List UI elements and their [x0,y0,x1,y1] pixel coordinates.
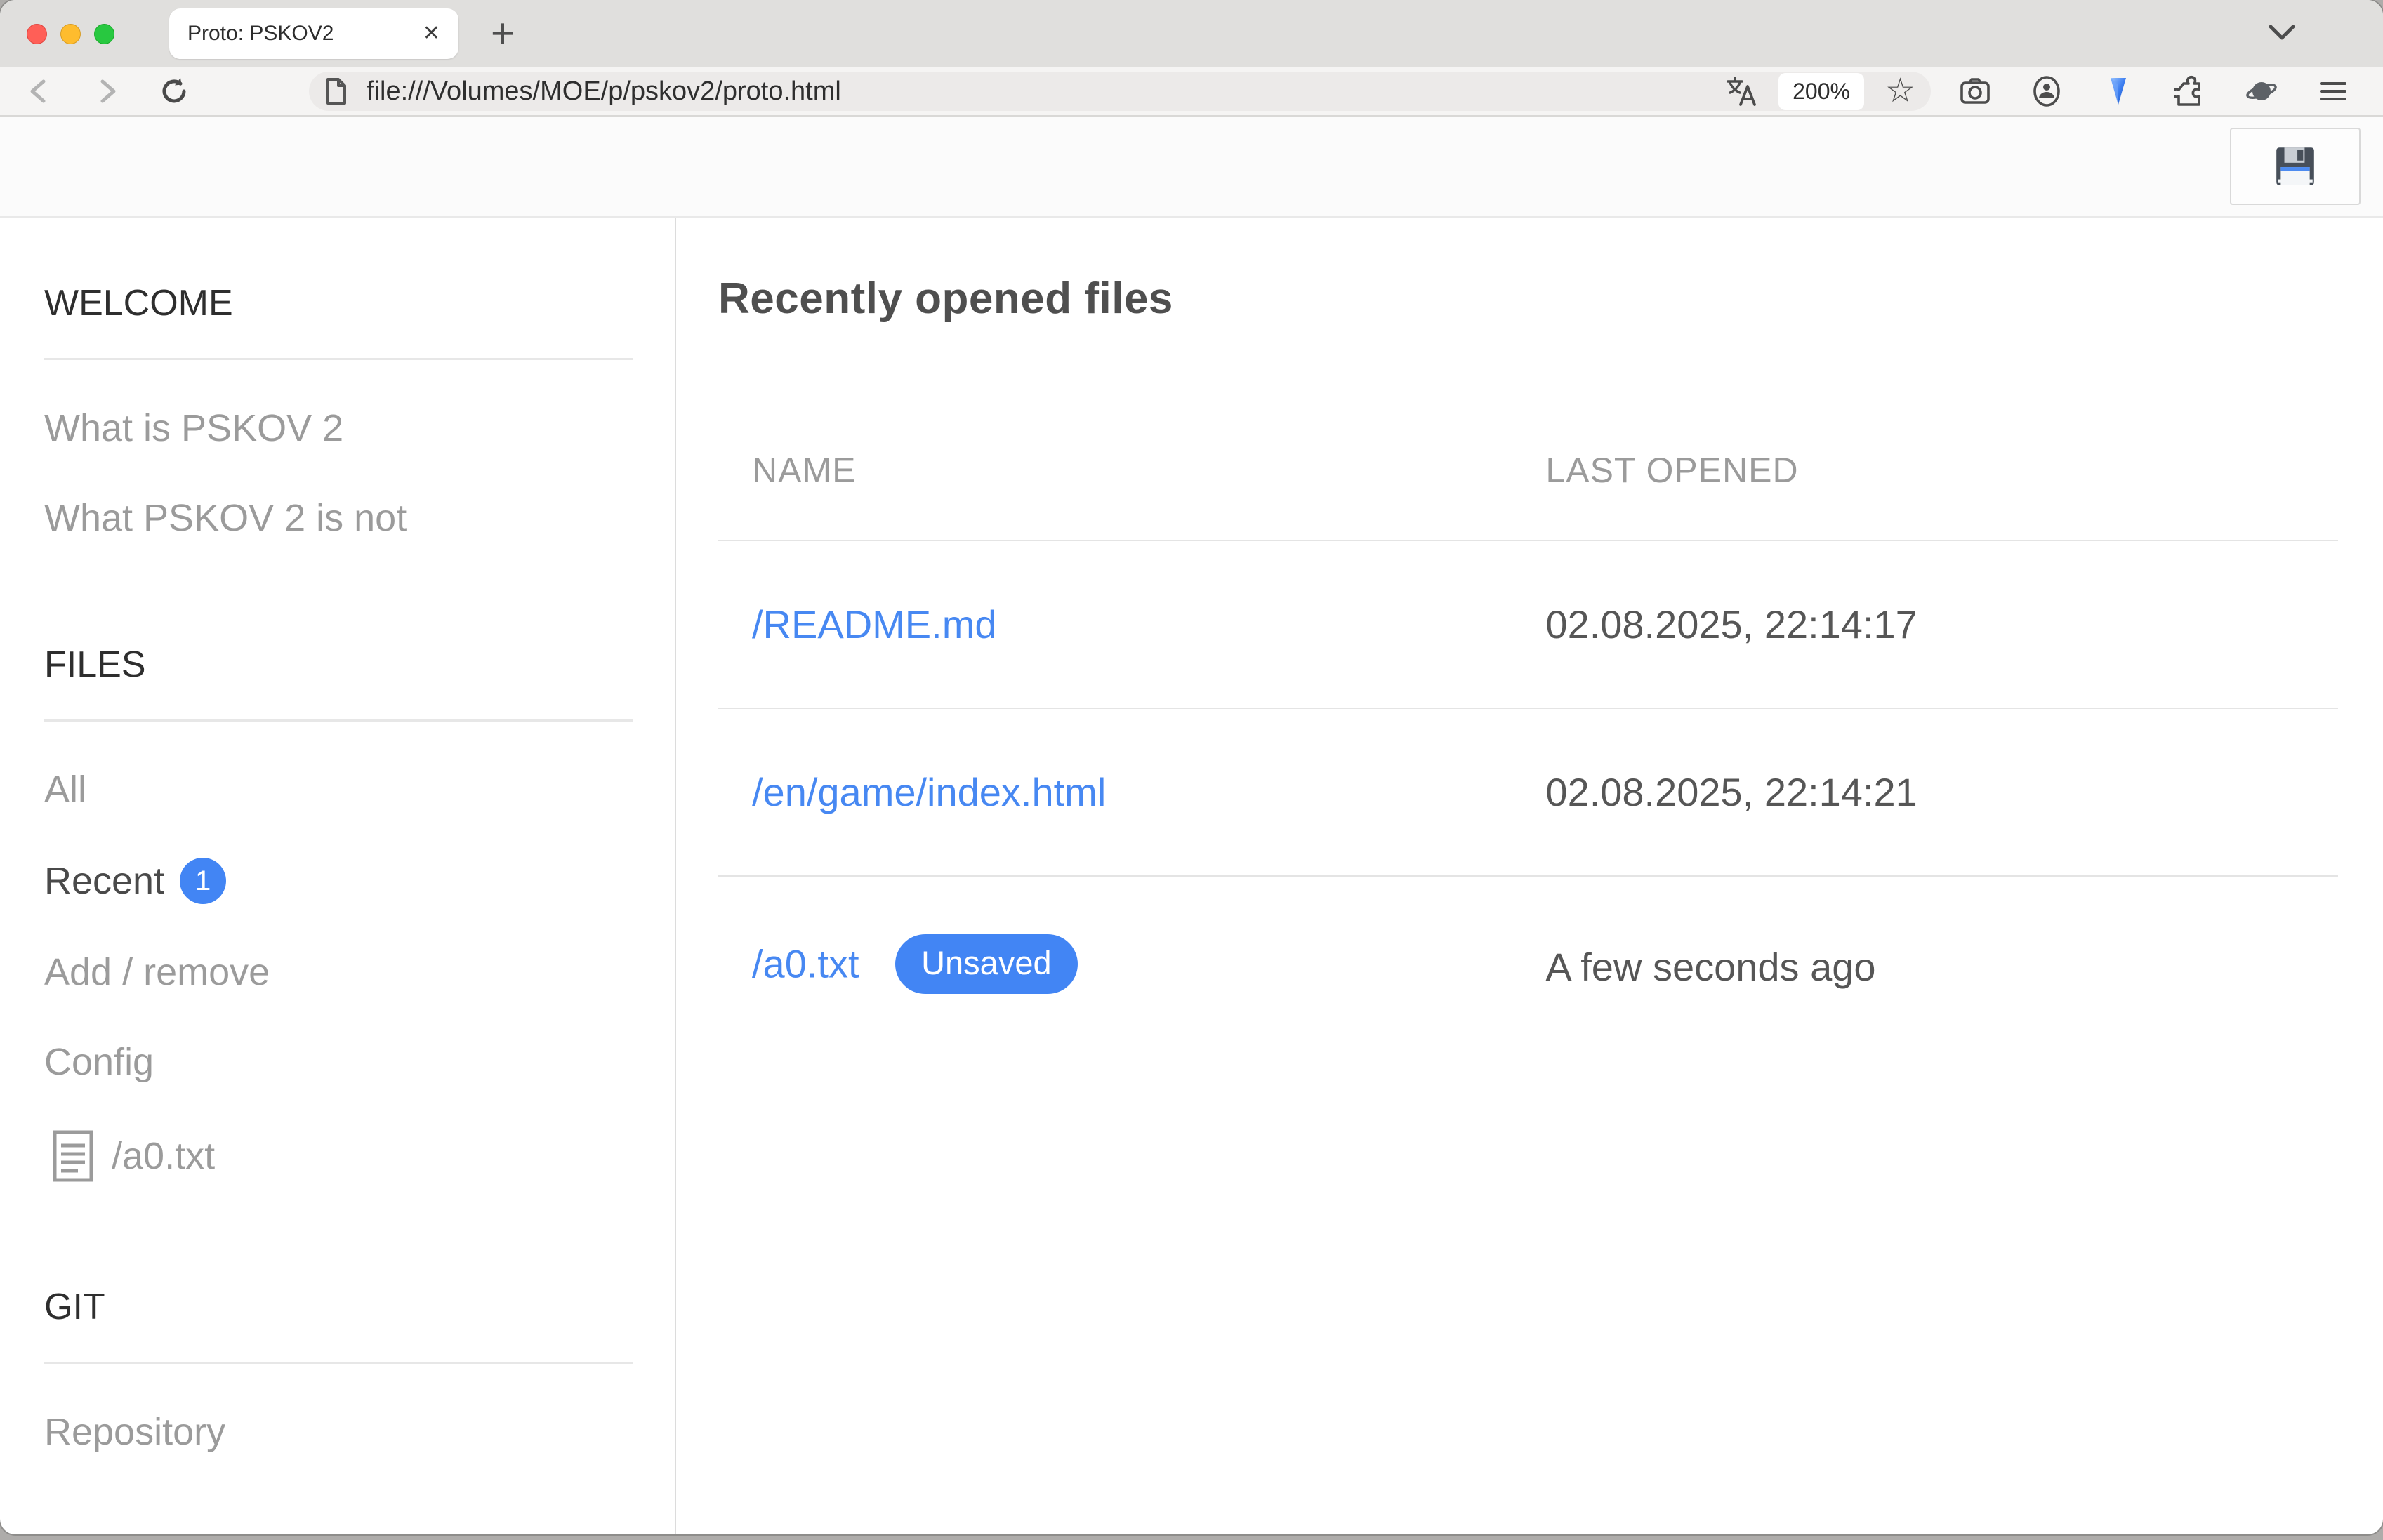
toolbar-extensions [1959,75,2349,107]
back-icon[interactable] [24,76,55,107]
column-header-last-opened: LAST OPENED [1512,450,2338,540]
divider [44,358,633,360]
address-bar[interactable]: file:///Volumes/MOE/p/pskov2/proto.html … [309,72,1931,111]
menu-icon[interactable] [2317,75,2349,107]
page-header [0,117,2383,218]
profile-icon[interactable] [2031,75,2063,107]
minimize-window-icon[interactable] [60,24,81,44]
sidebar-item-all[interactable]: All [44,768,633,811]
main-content: Recently opened files NAME LAST OPENED /… [676,218,2383,1534]
sidebar-item-label: Add / remove [44,950,270,994]
floppy-disk-icon [2272,143,2318,190]
sidebar-heading-welcome: WELCOME [44,282,633,324]
last-opened-value: A few seconds ago [1512,876,2338,1057]
sidebar-item-config[interactable]: Config [44,1040,633,1084]
sidebar-item-label: What is PSKOV 2 [44,406,343,450]
browser-tab[interactable]: Proto: PSKOV2 ✕ [169,8,458,59]
sidebar-item-a0-txt[interactable]: /a0.txt [53,1130,633,1182]
table-row: /a0.txt Unsaved A few seconds ago [718,876,2338,1057]
sidebar-item-label: What PSKOV 2 is not [44,496,407,540]
sidebar-item-label: /a0.txt [112,1134,215,1178]
divider [44,719,633,722]
file-link-index-html[interactable]: /en/game/index.html [752,770,1106,814]
sidebar-item-label: Recent [44,859,164,903]
browser-toolbar: file:///Volumes/MOE/p/pskov2/proto.html … [0,67,2383,117]
sidebar-item-label: Config [44,1040,154,1084]
tab-title: Proto: PSKOV2 [187,22,423,46]
recent-files-table: NAME LAST OPENED /README.md 02.08.2025, … [718,450,2338,1057]
sidebar-item-recent[interactable]: Recent 1 [44,858,633,904]
sidebar-item-what-pskov-2-is-not[interactable]: What PSKOV 2 is not [44,496,633,540]
new-tab-button[interactable]: + [491,13,515,54]
tab-close-icon[interactable]: ✕ [423,23,440,44]
close-window-icon[interactable] [27,24,47,44]
unsaved-status-badge: Unsaved [895,934,1078,994]
extensions-puzzle-icon[interactable] [2174,75,2206,107]
file-link-readme[interactable]: /README.md [752,602,997,646]
browser-window: Proto: PSKOV2 ✕ + file:///Volumes/MOE/p/… [0,0,2383,1534]
sidebar-item-label: All [44,768,86,811]
column-header-name: NAME [718,450,1512,540]
traffic-lights [27,24,114,44]
recent-count-badge: 1 [180,858,226,904]
sidebar: WELCOME What is PSKOV 2 What PSKOV 2 is … [0,218,676,1534]
sidebar-heading-files: FILES [44,644,633,686]
url-text: file:///Volumes/MOE/p/pskov2/proto.html [367,77,841,107]
sidebar-item-repository[interactable]: Repository [44,1410,633,1454]
file-link-a0-txt[interactable]: /a0.txt [752,941,859,985]
page-body: WELCOME What is PSKOV 2 What PSKOV 2 is … [0,218,2383,1534]
planet-icon[interactable] [2245,75,2278,107]
last-opened-value: 02.08.2025, 22:14:21 [1512,708,2338,876]
sidebar-section-welcome: WELCOME What is PSKOV 2 What PSKOV 2 is … [44,282,633,540]
table-row: /en/game/index.html 02.08.2025, 22:14:21 [718,708,2338,876]
divider [44,1362,633,1364]
save-button[interactable] [2230,128,2361,205]
tab-search-chevron-icon[interactable] [2266,21,2297,45]
last-opened-value: 02.08.2025, 22:14:17 [1512,540,2338,708]
sidebar-heading-git: GIT [44,1286,633,1328]
sidebar-section-git: GIT Repository [44,1286,633,1454]
translate-icon[interactable] [1725,75,1757,107]
table-row: /README.md 02.08.2025, 22:14:17 [718,540,2338,708]
v-extension-icon[interactable] [2102,75,2134,107]
refresh-icon[interactable] [159,76,190,107]
zoom-level-badge[interactable]: 200% [1778,73,1864,110]
sidebar-item-add-remove[interactable]: Add / remove [44,950,633,994]
page-title: Recently opened files [718,274,2338,324]
bookmark-star-icon[interactable]: ☆ [1885,74,1915,108]
sidebar-section-files: FILES All Recent 1 Add / remove Config [44,644,633,1182]
tab-bar: Proto: PSKOV2 ✕ + [0,0,2383,67]
sidebar-item-what-is-pskov-2[interactable]: What is PSKOV 2 [44,406,633,450]
forward-icon[interactable] [91,76,122,107]
page-file-icon [324,77,348,105]
fullscreen-window-icon[interactable] [94,24,114,44]
camera-icon[interactable] [1959,75,1991,107]
sidebar-item-label: Repository [44,1410,225,1454]
document-icon [53,1130,93,1182]
